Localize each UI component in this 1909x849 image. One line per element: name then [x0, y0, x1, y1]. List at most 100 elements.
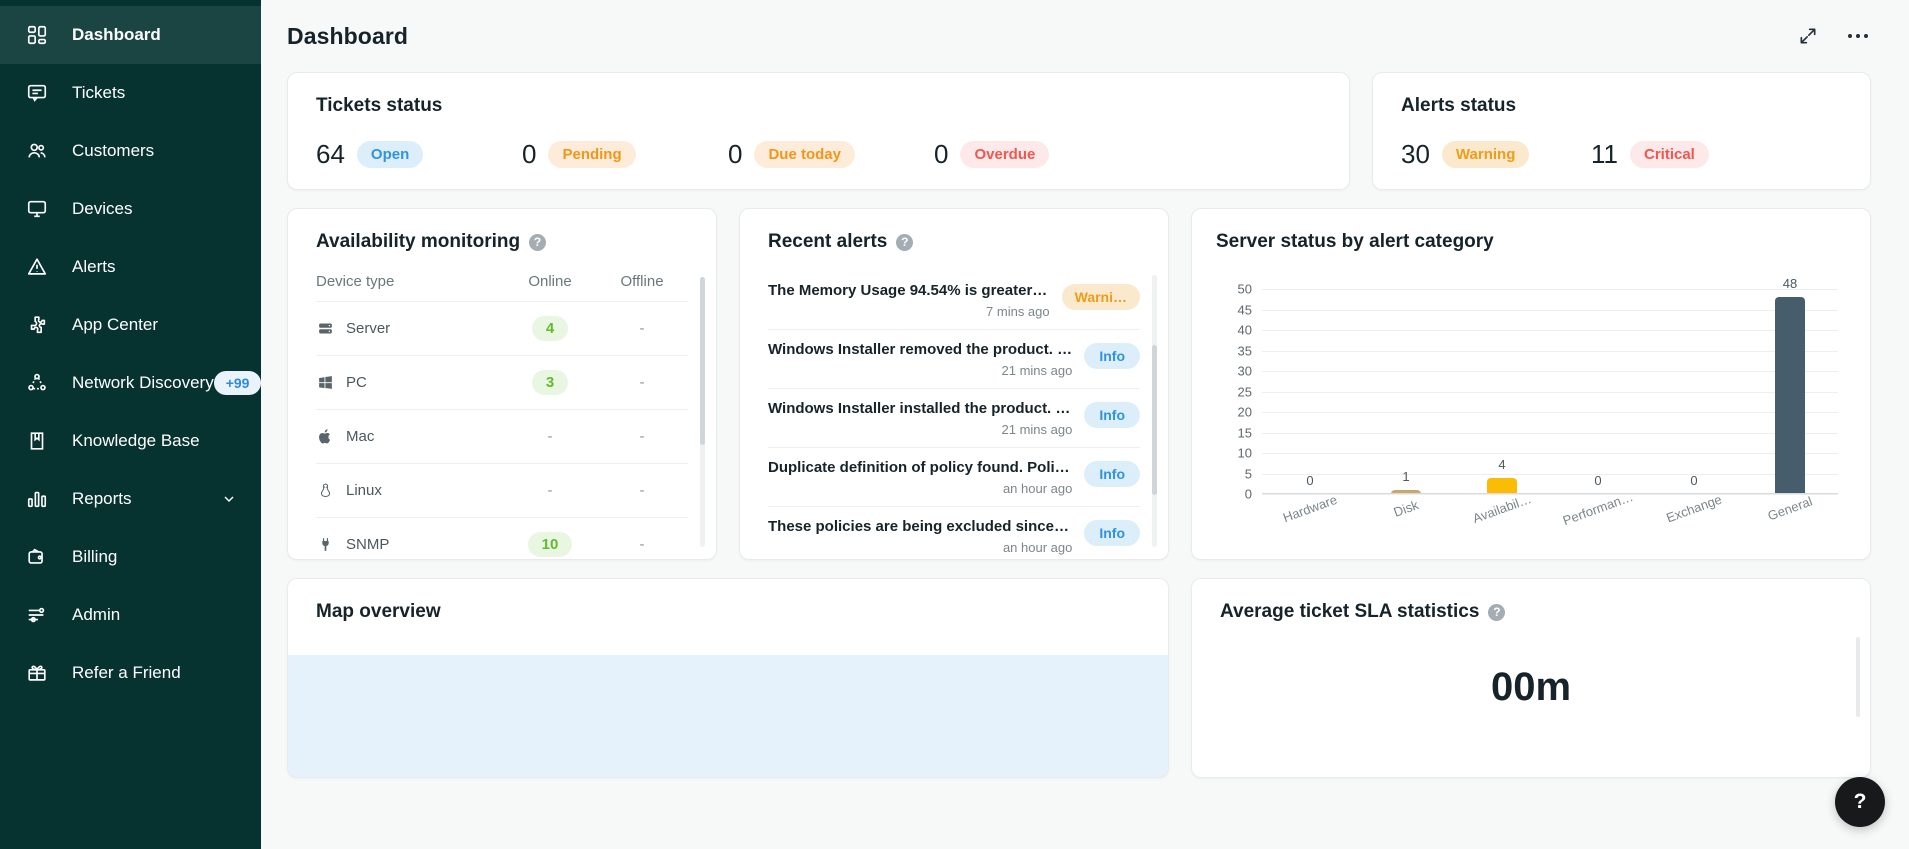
- alert-timestamp: 21 mins ago: [1001, 363, 1073, 378]
- table-row[interactable]: SNMP 10 -: [316, 518, 688, 559]
- expand-arrows-icon[interactable]: [1795, 23, 1821, 49]
- list-item[interactable]: Windows Installer removed the product. P…: [768, 330, 1140, 389]
- sla-scrollbar[interactable]: [1856, 637, 1860, 717]
- recent-alerts-list: The Memory Usage 94.54% is greater than …: [740, 271, 1168, 559]
- top-bar: Dashboard: [261, 0, 1909, 72]
- table-row[interactable]: Linux - -: [316, 464, 688, 518]
- alert-text: Windows Installer installed the product.…: [768, 400, 1072, 437]
- y-axis-tick: 25: [1237, 384, 1252, 399]
- y-axis-tick: 45: [1237, 302, 1252, 317]
- device-type-label: Linux: [346, 482, 382, 499]
- gift-icon: [24, 660, 50, 686]
- severity-label: Info: [1084, 402, 1140, 428]
- table-header-row: Device type Online Offline: [316, 273, 688, 302]
- severity-label: Info: [1084, 461, 1140, 487]
- customers-users-icon: [24, 138, 50, 164]
- sidebar-item-knowledge-base[interactable]: Knowledge Base: [0, 412, 261, 470]
- table-row[interactable]: Mac - -: [316, 410, 688, 464]
- more-options-icon[interactable]: [1845, 23, 1871, 49]
- column-header-offline: Offline: [620, 273, 664, 290]
- list-item[interactable]: Duplicate definition of policy found. Po…: [768, 448, 1140, 507]
- cell-offline: -: [639, 428, 645, 445]
- recent-alerts-scrollbar[interactable]: [1152, 275, 1157, 547]
- page-title: Dashboard: [287, 22, 409, 49]
- alert-text: The Memory Usage 94.54% is greater than …: [768, 282, 1050, 319]
- chart-bar[interactable]: [1487, 477, 1517, 494]
- more-dots: [1848, 34, 1868, 38]
- bar-value-label: 0: [1594, 473, 1602, 488]
- sidebar-item-reports[interactable]: Reports: [0, 470, 261, 528]
- bar-chart-icon: [24, 486, 50, 512]
- map-overview-title: Map overview: [316, 601, 441, 622]
- sidebar-item-tickets[interactable]: Tickets: [0, 64, 261, 122]
- chart-title: Server status by alert category: [1216, 231, 1494, 252]
- recent-alerts-title: Recent alerts: [768, 231, 888, 252]
- alert-title: Windows Installer removed the product. P…: [768, 341, 1073, 358]
- table-row[interactable]: PC 3 -: [316, 356, 688, 410]
- availability-scrollbar[interactable]: [700, 277, 705, 547]
- sla-title: Average ticket SLA statistics: [1220, 601, 1480, 622]
- sidebar-item-label: Customers: [72, 141, 155, 160]
- sidebar-item-network-discovery[interactable]: Network Discovery +99: [0, 354, 262, 412]
- sla-statistics-card: Average ticket SLA statistics ? 00m: [1191, 578, 1871, 778]
- ticket-chat-icon: [24, 80, 50, 106]
- sidebar-item-label: Reports: [72, 489, 132, 508]
- list-item[interactable]: Windows Installer installed the product.…: [768, 389, 1140, 448]
- network-discovery-badge: +99: [213, 371, 262, 395]
- sidebar-item-refer-a-friend[interactable]: Refer a Friend: [0, 644, 261, 702]
- alert-title: Windows Installer installed the product.…: [768, 400, 1073, 417]
- help-icon[interactable]: ?: [896, 233, 914, 251]
- bar-value-label: 48: [1782, 276, 1798, 292]
- widgets-row: Availability monitoring ? Device type On…: [287, 208, 1871, 560]
- y-axis-tick: 30: [1237, 363, 1252, 379]
- alert-timestamp: an hour ago: [1002, 540, 1073, 555]
- sidebar-item-dashboard[interactable]: Dashboard: [0, 6, 261, 64]
- list-item[interactable]: These policies are being excluded since …: [768, 507, 1140, 559]
- sidebar-item-app-center[interactable]: App Center: [0, 296, 261, 354]
- sidebar-item-alerts[interactable]: Alerts: [0, 238, 261, 296]
- tickets-status-stats: 64 Open 0 Pending 0 Due today 0 Overdue: [316, 139, 1321, 170]
- help-fab-button[interactable]: ?: [1835, 777, 1885, 827]
- bar-column: 1: [1358, 289, 1454, 494]
- scrollbar-thumb[interactable]: [1152, 345, 1157, 495]
- sidebar-item-billing[interactable]: Billing: [0, 528, 261, 586]
- alert-text: Windows Installer removed the product. P…: [768, 341, 1072, 378]
- sidebar-item-customers[interactable]: Customers: [0, 122, 261, 180]
- help-icon[interactable]: ?: [529, 233, 547, 251]
- cell-offline: -: [639, 374, 645, 391]
- chevron-down-icon[interactable]: [221, 491, 237, 507]
- sidebar-item-devices[interactable]: Devices: [0, 180, 261, 238]
- stat-due-today[interactable]: 0 Due today: [728, 139, 934, 170]
- y-axis-tick: 10: [1237, 445, 1252, 461]
- map-canvas[interactable]: [288, 655, 1168, 777]
- scrollbar-thumb[interactable]: [700, 277, 705, 445]
- alert-timestamp: 21 mins ago: [1001, 422, 1073, 437]
- dashboard-grid-icon: [24, 22, 50, 48]
- table-row[interactable]: Server 4 -: [316, 302, 688, 356]
- sidebar-item-admin[interactable]: Admin: [0, 586, 261, 644]
- y-axis-tick: 35: [1237, 343, 1252, 358]
- snmp-plug-icon: [316, 536, 334, 554]
- sidebar-item-label: Alerts: [72, 257, 116, 276]
- alert-text: Duplicate definition of policy found. Po…: [768, 459, 1072, 496]
- map-overview-card: Map overview: [287, 578, 1169, 778]
- list-item[interactable]: The Memory Usage 94.54% is greater than …: [768, 271, 1140, 330]
- stat-critical[interactable]: 11 Critical: [1591, 139, 1781, 170]
- stat-warning[interactable]: 30 Warning: [1401, 139, 1591, 170]
- bar-column: 0: [1262, 289, 1358, 494]
- linux-penguin-icon: [316, 482, 334, 500]
- severity-label: Warni…: [1061, 284, 1140, 310]
- y-axis-tick: 50: [1237, 281, 1252, 297]
- chart-bar[interactable]: [1775, 297, 1805, 494]
- help-icon[interactable]: ?: [1488, 603, 1506, 621]
- chart-x-labels: Hardware Disk Availabil… Performan… Exchange…: [1262, 489, 1838, 528]
- stat-count: 64: [316, 139, 345, 169]
- stat-overdue[interactable]: 0 Overdue: [934, 139, 1140, 170]
- alerts-status-title: Alerts status: [1401, 95, 1517, 116]
- stat-open[interactable]: 64 Open: [316, 139, 522, 170]
- windows-icon: [316, 374, 334, 392]
- bottom-row: Map overview Average ticket SLA statisti…: [287, 578, 1871, 778]
- stat-pending[interactable]: 0 Pending: [522, 139, 728, 170]
- alert-severity-badge: Info: [1084, 461, 1140, 487]
- device-type-label: PC: [346, 374, 367, 391]
